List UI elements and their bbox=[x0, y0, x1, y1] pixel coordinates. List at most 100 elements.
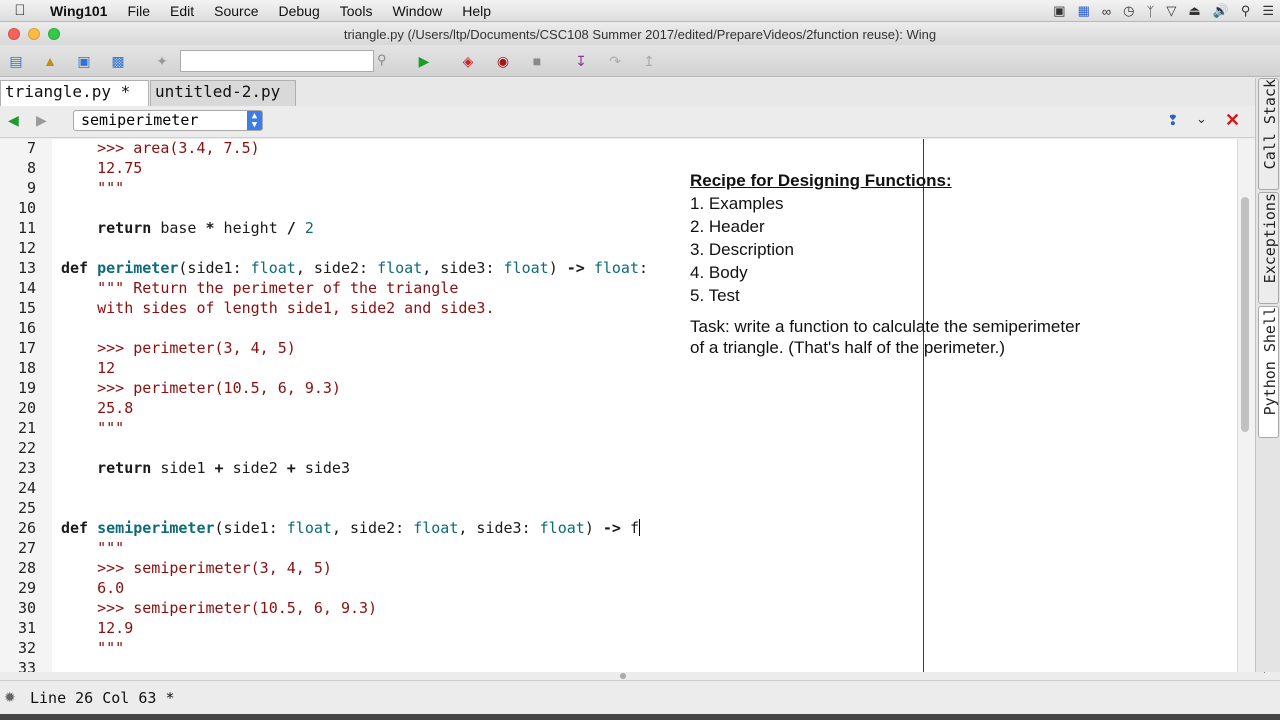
code-line: def perimeter(side1: float, side2: float… bbox=[61, 259, 649, 277]
recipe-step: 4. Body bbox=[690, 263, 748, 282]
symbol-dropdown[interactable]: semiperimeter ▲ ▼ bbox=[73, 110, 263, 131]
mac-menubar:  Wing101 File Edit Source Debug Tools W… bbox=[0, 0, 1280, 22]
scrollbar-thumb[interactable] bbox=[1241, 197, 1249, 432]
line-number: 17 bbox=[17, 339, 36, 357]
tab-untitled-2-py[interactable]: untitled-2.py bbox=[150, 80, 296, 106]
recipe-step: 2. Header bbox=[690, 217, 765, 236]
code-line: with sides of length side1, side2 and si… bbox=[97, 299, 495, 317]
menu-app-name[interactable]: Wing101 bbox=[40, 3, 117, 19]
display-icon[interactable]: ▦ bbox=[1078, 3, 1090, 19]
cursor-position-status: Line 26 Col 63 * bbox=[30, 689, 175, 707]
code-line: 12 bbox=[97, 359, 116, 377]
line-number: 26 bbox=[17, 519, 36, 537]
menu-edit[interactable]: Edit bbox=[160, 3, 204, 19]
glasses-icon[interactable]: ∞ bbox=[1102, 4, 1111, 19]
bottom-strip bbox=[0, 714, 1280, 720]
task-text: Task: write a function to calculate the … bbox=[690, 316, 1130, 358]
step-out-icon[interactable]: ↥ bbox=[639, 51, 659, 71]
line-number: 21 bbox=[17, 419, 36, 437]
recipe-overlay: Recipe for Designing Functions: 1. Examp… bbox=[690, 169, 1130, 358]
menu-debug[interactable]: Debug bbox=[269, 3, 330, 19]
code-line: >>> perimeter(3, 4, 5) bbox=[97, 339, 296, 357]
search-icon[interactable]: ⚲ bbox=[377, 52, 387, 68]
recipe-step: 5. Test bbox=[690, 286, 740, 305]
sidebar-tab-label: Python Shell bbox=[1261, 307, 1279, 416]
status-bar: ✹ Line 26 Col 63 * bbox=[0, 680, 1280, 714]
window-titlebar: triangle.py (/Users/ltp/Documents/CSC108… bbox=[0, 23, 1280, 45]
tab-triangle-py[interactable]: triangle.py * bbox=[0, 80, 149, 106]
pin-icon[interactable]: ❢ bbox=[1167, 112, 1179, 129]
menu-window[interactable]: Window bbox=[382, 3, 452, 19]
wifi-icon[interactable]: ▽ bbox=[1166, 3, 1176, 19]
menu-tools[interactable]: Tools bbox=[330, 3, 383, 19]
recipe-step: 1. Examples bbox=[690, 194, 784, 213]
video-camera-icon[interactable]: ▣ bbox=[1053, 3, 1065, 19]
debug-file-icon[interactable]: ◈ bbox=[458, 51, 478, 71]
line-number: 12 bbox=[17, 239, 36, 257]
code-line: """ Return the perimeter of the triangle bbox=[97, 279, 459, 297]
step-over-icon[interactable]: ↷ bbox=[605, 51, 625, 71]
line-number: 13 bbox=[17, 259, 36, 277]
line-number: 31 bbox=[17, 619, 36, 637]
line-number: 20 bbox=[17, 399, 36, 417]
line-number: 10 bbox=[17, 199, 36, 217]
list-icon[interactable]: ☰ bbox=[1262, 3, 1274, 19]
stop-icon[interactable]: ■ bbox=[527, 51, 547, 71]
line-number: 27 bbox=[17, 539, 36, 557]
code-line: >>> area(3.4, 7.5) bbox=[97, 139, 260, 157]
run-icon[interactable]: ▶ bbox=[414, 51, 434, 71]
save-icon[interactable]: ▣ bbox=[74, 51, 94, 71]
line-number: 16 bbox=[17, 319, 36, 337]
recipe-title: Recipe for Designing Functions: bbox=[690, 171, 952, 190]
line-number: 15 bbox=[17, 299, 36, 317]
line-number: 30 bbox=[17, 599, 36, 617]
menu-help[interactable]: Help bbox=[452, 3, 501, 19]
magic-icon[interactable]: ✦ bbox=[152, 51, 172, 71]
time-machine-icon[interactable]: ◷ bbox=[1123, 3, 1134, 19]
line-number: 32 bbox=[17, 639, 36, 657]
horizontal-scroll-indicator[interactable] bbox=[620, 673, 626, 679]
chevron-down-icon[interactable]: ⌄ bbox=[1196, 111, 1207, 127]
line-number: 29 bbox=[17, 579, 36, 597]
code-line: >>> perimeter(10.5, 6, 9.3) bbox=[97, 379, 341, 397]
sidebar-tab-label: Exceptions bbox=[1261, 193, 1279, 284]
sidebar-tab-call-stack[interactable]: Call Stack bbox=[1258, 78, 1279, 190]
line-number-gutter: 7 8 9 10 11 12 13 14 15 16 17 18 19 20 2… bbox=[0, 139, 52, 672]
toolbar-search-input[interactable] bbox=[180, 50, 374, 72]
search-icon[interactable]: ⚲ bbox=[1241, 3, 1251, 19]
line-number: 22 bbox=[17, 439, 36, 457]
volume-icon[interactable]: 🔊 bbox=[1213, 3, 1229, 19]
status-tray: ▣ ▦ ∞ ◷ ᛉ ▽ ⏏ 🔊 ⚲ ☰ bbox=[1053, 0, 1274, 22]
sidebar-tab-python-shell[interactable]: Python Shell bbox=[1258, 306, 1279, 438]
apple-menu-icon[interactable]:  bbox=[0, 2, 40, 19]
forward-arrow-icon[interactable]: ▶ bbox=[36, 112, 47, 129]
code-line: >>> semiperimeter(3, 4, 5) bbox=[97, 559, 332, 577]
eject-icon[interactable]: ⏏ bbox=[1188, 3, 1200, 19]
line-number: 7 bbox=[26, 139, 36, 157]
window-title: triangle.py (/Users/ltp/Documents/CSC108… bbox=[343, 27, 937, 42]
open-folder-icon[interactable]: ▲ bbox=[40, 51, 60, 71]
save-all-icon[interactable]: ▩ bbox=[108, 51, 128, 71]
code-line: 25.8 bbox=[97, 399, 134, 417]
menu-file[interactable]: File bbox=[117, 3, 160, 19]
back-arrow-icon[interactable]: ◀ bbox=[8, 112, 19, 129]
code-line: 6.0 bbox=[97, 579, 125, 597]
code-line: """ bbox=[97, 419, 125, 437]
line-number: 8 bbox=[26, 159, 36, 177]
editor-navbar: ◀ ▶ semiperimeter ▲ ▼ ❢ ⌄ ✕ bbox=[0, 106, 1255, 138]
close-icon[interactable]: ✕ bbox=[1225, 110, 1240, 131]
bug-icon[interactable]: ◉ bbox=[493, 51, 513, 71]
bug-status-icon: ✹ bbox=[4, 689, 16, 705]
line-number: 9 bbox=[26, 179, 36, 197]
bluetooth-icon[interactable]: ᛉ bbox=[1147, 4, 1155, 19]
new-file-icon[interactable]: ▤ bbox=[6, 51, 26, 71]
menu-source[interactable]: Source bbox=[204, 3, 268, 19]
code-line: """ bbox=[97, 639, 125, 657]
sidebar-tab-exceptions[interactable]: Exceptions bbox=[1258, 192, 1279, 304]
code-line: """ bbox=[97, 179, 125, 197]
dropdown-arrows-icon: ▲ ▼ bbox=[247, 111, 262, 130]
step-into-icon[interactable]: ↧ bbox=[571, 51, 591, 71]
code-editor[interactable]: 7 8 9 10 11 12 13 14 15 16 17 18 19 20 2… bbox=[0, 139, 1237, 672]
editor-vertical-scrollbar[interactable] bbox=[1237, 139, 1255, 672]
line-number: 19 bbox=[17, 379, 36, 397]
